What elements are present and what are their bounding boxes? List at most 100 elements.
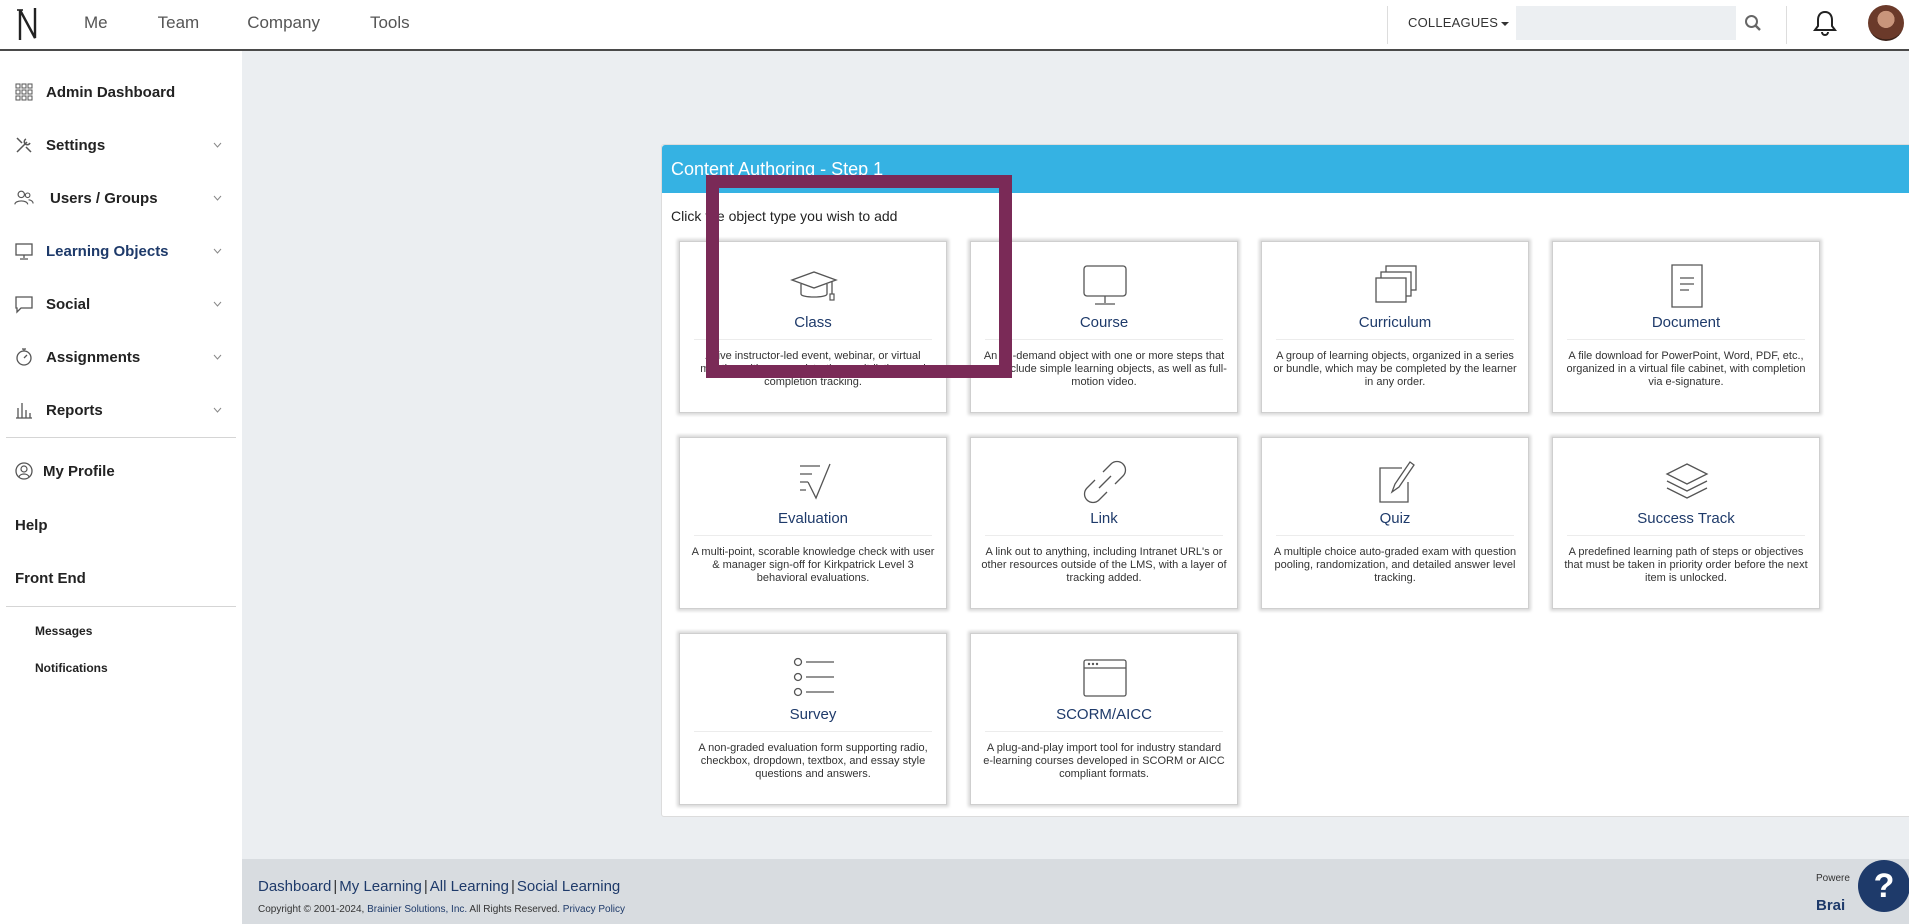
sidebar-item-my-profile[interactable]: My Profile xyxy=(0,451,242,491)
rights-text: All Rights Reserved. xyxy=(467,904,563,915)
sidebar-item-reports[interactable]: Reports xyxy=(0,390,242,430)
card-class[interactable]: Class A live instructor-led event, webin… xyxy=(679,241,947,413)
footer-link-all-learning[interactable]: All Learning xyxy=(430,878,509,895)
chevron-down-icon xyxy=(213,407,222,413)
card-document[interactable]: Document A file download for PowerPoint,… xyxy=(1552,241,1820,413)
card-course[interactable]: Course An on-demand object with one or m… xyxy=(970,241,1238,413)
card-description: A predefined learning path of steps or o… xyxy=(1564,546,1808,584)
monitor-icon xyxy=(1083,265,1127,305)
card-title: Curriculum xyxy=(1358,314,1432,331)
copyright: Copyright © 2001-2024, Brainier Solution… xyxy=(258,904,625,915)
list-icon xyxy=(793,657,834,697)
footer-link-dashboard[interactable]: Dashboard xyxy=(258,878,331,895)
card-title: Course xyxy=(1079,314,1129,331)
stacked-windows-icon xyxy=(1375,265,1417,303)
sidebar-item-learning-objects[interactable]: Learning Objects xyxy=(0,231,242,271)
footer-link-social-learning[interactable]: Social Learning xyxy=(517,878,620,895)
caret-down-icon xyxy=(1501,21,1510,26)
footer-links: Dashboard | My Learning | All Learning | Socia… xyxy=(258,878,620,895)
card-link[interactable]: Link A link out to anything, including I… xyxy=(970,437,1238,609)
footer-link-my-learning[interactable]: My Learning xyxy=(339,878,422,895)
card-divider xyxy=(1567,535,1805,536)
card-divider xyxy=(694,535,932,536)
bar-chart-icon xyxy=(16,403,32,419)
card-survey[interactable]: Survey A non-graded evaluation form supp… xyxy=(679,633,947,805)
card-success-track[interactable]: Success Track A predefined learning path… xyxy=(1552,437,1820,609)
card-description: A multi-point, scorable knowledge check … xyxy=(691,546,935,584)
sidebar-divider xyxy=(6,437,236,438)
top-bar: Me Team Company Tools COLLEAGUES xyxy=(0,0,1909,51)
sidebar-item-label: Settings xyxy=(46,136,106,154)
sidebar-item-notifications[interactable]: Notifications xyxy=(35,661,108,675)
privacy-policy-link[interactable]: Privacy Policy xyxy=(563,904,625,915)
panel-title: Content Authoring - Step 1 xyxy=(671,159,884,179)
sidebar-item-messages[interactable]: Messages xyxy=(35,624,92,638)
sidebar: Admin Dashboard Settings Users / Groups … xyxy=(0,51,242,924)
bell-icon[interactable] xyxy=(1812,9,1838,37)
brainier-logo[interactable]: Brai xyxy=(1816,897,1845,914)
sidebar-item-users-groups[interactable]: Users / Groups xyxy=(0,178,242,218)
card-quiz[interactable]: Quiz A multiple choice auto-graded exam … xyxy=(1261,437,1529,609)
card-scorm-aicc[interactable]: SCORM/AICC A plug-and-play import tool f… xyxy=(970,633,1238,805)
main-content: Content Authoring - Step 1 Click the obj… xyxy=(242,51,1909,859)
quiz-pencil-icon xyxy=(1379,461,1415,503)
user-avatar[interactable] xyxy=(1868,5,1904,41)
search-input[interactable] xyxy=(1516,6,1736,40)
sidebar-item-label: Reports xyxy=(46,401,103,419)
search-icon[interactable] xyxy=(1744,14,1762,32)
sidebar-item-assignments[interactable]: Assignments xyxy=(0,337,242,377)
card-description: An on-demand object with one or more ste… xyxy=(981,350,1227,388)
chevron-down-icon xyxy=(213,248,222,254)
company-link[interactable]: Brainier Solutions, Inc. xyxy=(367,904,467,915)
top-nav: Me Team Company Tools xyxy=(84,0,460,46)
nav-team[interactable]: Team xyxy=(158,13,200,33)
chevron-down-icon xyxy=(213,195,222,201)
card-description: A link out to anything, including Intran… xyxy=(981,546,1227,584)
divider xyxy=(1786,6,1787,44)
card-description: A plug-and-play import tool for industry… xyxy=(983,742,1225,780)
profile-icon xyxy=(15,462,33,480)
card-curriculum[interactable]: Curriculum A group of learning objects, … xyxy=(1261,241,1529,413)
nav-me[interactable]: Me xyxy=(84,13,108,33)
nav-company[interactable]: Company xyxy=(247,13,320,33)
sidebar-item-front-end[interactable]: Front End xyxy=(15,570,86,587)
card-title: SCORM/AICC xyxy=(1056,706,1152,723)
card-divider xyxy=(985,731,1223,732)
chevron-down-icon xyxy=(213,354,222,360)
colleagues-label: COLLEAGUES xyxy=(1408,15,1499,30)
card-description: A multiple choice auto-graded exam with … xyxy=(1273,546,1517,584)
separator: | xyxy=(333,878,338,895)
sidebar-divider xyxy=(6,606,236,607)
logo-icon[interactable] xyxy=(15,6,41,42)
card-divider xyxy=(985,339,1223,340)
powered-by-text: Powere xyxy=(1816,873,1850,884)
sidebar-item-label: Admin Dashboard xyxy=(46,83,176,101)
card-description: A file download for PowerPoint, Word, PD… xyxy=(1566,350,1806,388)
divider xyxy=(1387,6,1388,44)
card-divider xyxy=(985,535,1223,536)
nav-tools[interactable]: Tools xyxy=(370,13,410,33)
card-evaluation[interactable]: Evaluation A multi-point, scorable knowl… xyxy=(679,437,947,609)
colleagues-dropdown[interactable]: COLLEAGUES xyxy=(1408,15,1510,30)
instruction-text: Click the object type you wish to add xyxy=(671,208,898,224)
sidebar-item-help[interactable]: Help xyxy=(15,517,48,534)
card-title: Survey xyxy=(789,706,837,723)
monitor-icon xyxy=(15,243,33,260)
stopwatch-icon xyxy=(16,348,32,366)
sidebar-item-social[interactable]: Social xyxy=(0,284,242,324)
sidebar-item-admin-dashboard[interactable]: Admin Dashboard xyxy=(0,72,242,112)
graduation-cap-icon xyxy=(790,271,838,301)
card-title: Class xyxy=(794,314,832,331)
card-divider xyxy=(1276,535,1514,536)
card-description: A group of learning objects, organized i… xyxy=(1273,350,1517,388)
help-button[interactable]: ? xyxy=(1858,860,1909,912)
card-description: A live instructor-led event, webinar, or… xyxy=(700,350,926,388)
card-divider xyxy=(1276,339,1514,340)
chevron-down-icon xyxy=(213,142,222,148)
separator: | xyxy=(510,878,515,895)
sidebar-item-label: Learning Objects xyxy=(46,242,169,260)
card-divider xyxy=(694,731,932,732)
card-title: Success Track xyxy=(1637,510,1735,527)
sidebar-item-settings[interactable]: Settings xyxy=(0,125,242,165)
layers-icon xyxy=(1665,463,1709,499)
